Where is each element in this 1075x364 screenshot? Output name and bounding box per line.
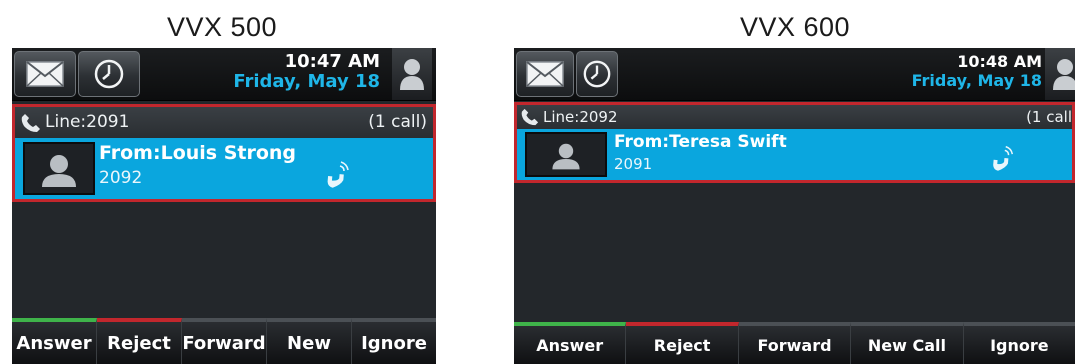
phone-screen-vvx600: 10:48 AM Friday, May 18 Line:2092 (1 cal…: [514, 48, 1075, 364]
caller-avatar: [23, 142, 95, 195]
answer-softkey[interactable]: Answer: [12, 318, 97, 364]
caller-name: From:Teresa Swift: [614, 132, 787, 152]
ringing-handset-icon: [993, 145, 1014, 171]
clock-date: Friday, May 18: [911, 71, 1042, 90]
avatar-icon: [42, 154, 76, 187]
new-call-softkey[interactable]: New Call: [267, 318, 352, 364]
user-icon: [400, 59, 424, 90]
line-header: Line:2091 (1 call): [15, 107, 433, 138]
softkey-bar: Answer Reject Forward New Call Ignore: [514, 322, 1075, 364]
incoming-call-row[interactable]: From:Teresa Swift 2091: [517, 129, 1072, 180]
user-button[interactable]: [392, 48, 432, 100]
incoming-call-row[interactable]: From:Louis Strong 2092: [15, 138, 433, 199]
clock-icon: [94, 59, 124, 89]
status-bar: 10:48 AM Friday, May 18: [514, 48, 1075, 101]
messages-button[interactable]: [14, 51, 76, 97]
avatar-icon: [552, 143, 580, 169]
reject-softkey[interactable]: Reject: [97, 318, 182, 364]
mail-icon: [26, 61, 64, 87]
ignore-softkey[interactable]: Ignore: [963, 322, 1075, 364]
user-icon: [1053, 59, 1075, 90]
forward-softkey[interactable]: Forward: [738, 322, 852, 364]
reject-softkey[interactable]: Reject: [626, 322, 739, 364]
answer-softkey[interactable]: Answer: [514, 322, 627, 364]
ignore-softkey[interactable]: Ignore: [352, 318, 436, 364]
new-call-softkey[interactable]: New Call: [851, 322, 964, 364]
messages-button[interactable]: [516, 51, 574, 97]
caller-number: 2092: [99, 168, 143, 188]
clock-time: 10:47 AM: [284, 51, 380, 72]
forward-softkey[interactable]: Forward: [182, 318, 267, 364]
model-title-vvx500: VVX 500: [166, 12, 278, 42]
caller-name: From:Louis Strong: [99, 142, 297, 164]
phone-icon: [521, 108, 539, 126]
phone-icon: [21, 114, 40, 132]
line-header: Line:2092 (1 call: [517, 105, 1072, 129]
phone-screen-vvx500: 10:47 AM Friday, May 18 Line:2091 (1 cal…: [12, 48, 436, 364]
caller-avatar: [525, 132, 607, 177]
mail-icon: [526, 61, 564, 87]
line-label: Line:2091: [45, 112, 130, 132]
clock-icon: [583, 60, 611, 88]
ringing-handset-icon: [327, 161, 349, 188]
clock-time: 10:48 AM: [957, 52, 1042, 71]
softkey-bar: Answer Reject Forward New Call Ignore: [12, 318, 436, 364]
user-button[interactable]: [1045, 48, 1075, 100]
recent-calls-button[interactable]: [78, 51, 140, 97]
recent-calls-button[interactable]: [576, 51, 618, 97]
line-label: Line:2092: [543, 108, 618, 126]
status-bar: 10:47 AM Friday, May 18: [12, 48, 436, 101]
clock-date: Friday, May 18: [233, 71, 380, 92]
call-count: (1 call: [1026, 108, 1072, 126]
incoming-call-panel: Line:2092 (1 call From:Teresa Swift 2091: [514, 102, 1075, 183]
incoming-call-panel: Line:2091 (1 call) From:Louis Strong 209…: [12, 104, 436, 202]
call-count: (1 call): [368, 112, 427, 132]
caller-number: 2091: [614, 155, 653, 173]
model-title-vvx600: VVX 600: [739, 12, 851, 42]
